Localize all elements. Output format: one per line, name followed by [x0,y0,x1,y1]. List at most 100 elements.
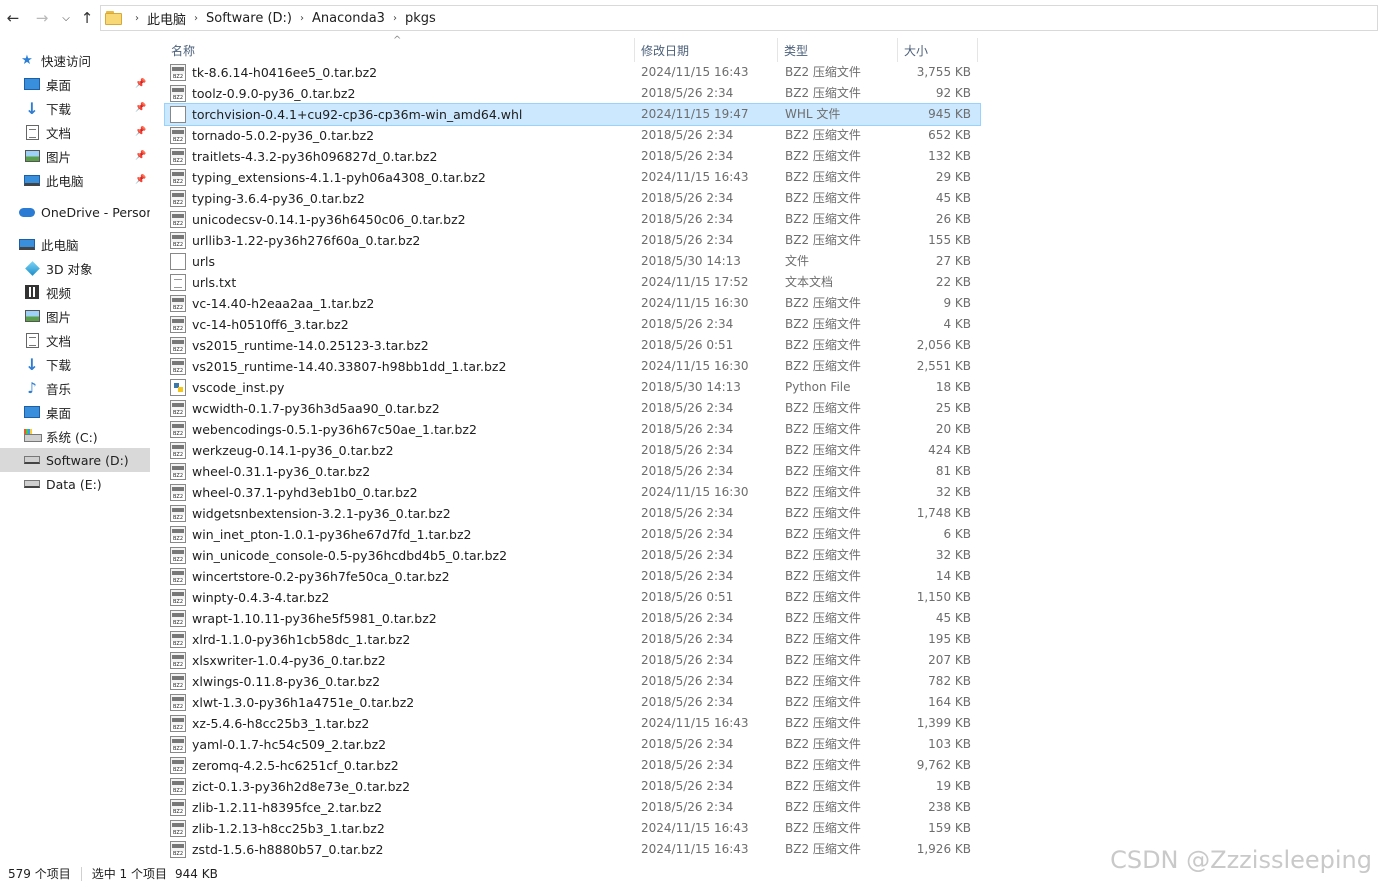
archive-file-icon [170,820,186,837]
column-header-date[interactable]: 修改日期 [635,38,778,62]
file-row[interactable]: webencodings-0.5.1-py36h67c50ae_1.tar.bz… [165,419,980,440]
forward-button[interactable]: → [31,7,53,29]
chevron-down-icon: ⌵ [62,12,70,24]
file-row[interactable]: werkzeug-0.14.1-py36_0.tar.bz2 2018/5/26 … [165,440,980,461]
column-header-name[interactable]: 名称 [165,38,635,62]
file-name-cell: vs2015_runtime-14.0.25123-3.tar.bz2 [170,335,635,356]
file-row[interactable]: vs2015_runtime-14.40.33807-h98bb1dd_1.ta… [165,356,980,377]
sidebar-item[interactable]: ↓ 下载 [0,352,150,376]
up-button[interactable]: ↑ [76,7,98,29]
file-row[interactable]: wheel-0.37.1-pyhd3eb1b0_0.tar.bz2 2024/11… [165,482,980,503]
archive-file-icon [170,190,186,207]
recent-locations-button[interactable]: ⌵ [58,7,74,29]
sidebar-item[interactable]: ★ 快速访问 [0,48,150,72]
file-row[interactable]: traitlets-4.3.2-py36h096827d_0.tar.bz2 20… [165,146,980,167]
sidebar-item[interactable]: 文档 📌 [0,120,150,144]
sidebar-item[interactable]: 此电脑 📌 [0,168,150,192]
sidebar-item-label: OneDrive - Persona [41,204,150,220]
sidebar-item[interactable]: Data (E:) [0,472,150,496]
file-date: 2024/11/15 16:30 [641,485,749,499]
back-button[interactable]: ← [2,7,24,29]
file-row[interactable]: zstd-1.5.6-h8880b57_0.tar.bz2 2024/11/15 … [165,839,980,860]
selection-size: 944 KB [175,866,218,881]
breadcrumb-chevron-icon[interactable]: › [393,13,397,24]
file-row[interactable]: vscode_inst.py 2018/5/30 14:13 Python File… [165,377,980,398]
file-row[interactable]: urls 2018/5/30 14:13 文件 27 KB [165,251,980,272]
file-row[interactable]: wincertstore-0.2-py36h7fe50ca_0.tar.bz2 2… [165,566,980,587]
sidebar-item[interactable]: ♪ 音乐 [0,376,150,400]
file-name-cell: win_inet_pton-1.0.1-py36he67d7fd_1.tar.b… [170,524,635,545]
file-row[interactable]: wrapt-1.10.11-py36he5f5981_0.tar.bz2 2018… [165,608,980,629]
file-row[interactable]: wheel-0.31.1-py36_0.tar.bz2 2018/5/26 2:3… [165,461,980,482]
file-row[interactable]: xlrd-1.1.0-py36h1cb58dc_1.tar.bz2 2018/5/… [165,629,980,650]
column-header-size[interactable]: 大小 [898,38,978,62]
file-row[interactable]: zict-0.1.3-py36h2d8e73e_0.tar.bz2 2018/5/… [165,776,980,797]
address-bar[interactable]: › 此电脑 › Software (D:) › Anaconda3 › pkgs [100,5,1378,31]
file-name-cell: xlrd-1.1.0-py36h1cb58dc_1.tar.bz2 [170,629,635,650]
file-row[interactable]: xlwings-0.11.8-py36_0.tar.bz2 2018/5/26 2… [165,671,980,692]
sidebar-item[interactable]: 此电脑 [0,232,150,256]
breadcrumb-chevron-icon[interactable]: › [194,13,198,24]
sidebar-item[interactable]: 图片 [0,304,150,328]
sidebar-item[interactable]: 视频 [0,280,150,304]
file-row[interactable]: urllib3-1.22-py36h276f60a_0.tar.bz2 2018/… [165,230,980,251]
sidebar-item[interactable]: Software (D:) [0,448,150,472]
file-type: BZ2 压缩文件 [785,758,861,772]
sidebar-item[interactable]: ↓ 下载 📌 [0,96,150,120]
file-row[interactable]: tk-8.6.14-h0416ee5_0.tar.bz2 2024/11/15 1… [165,62,980,83]
sidebar-item[interactable]: 桌面 📌 [0,72,150,96]
sidebar-item[interactable]: 3D 对象 [0,256,150,280]
file-row[interactable]: vs2015_runtime-14.0.25123-3.tar.bz2 2018/… [165,335,980,356]
file-name-cell: webencodings-0.5.1-py36h67c50ae_1.tar.bz… [170,419,635,440]
file-row[interactable]: winpty-0.4.3-4.tar.bz2 2018/5/26 0:51 BZ2 … [165,587,980,608]
file-row[interactable]: urls.txt 2024/11/15 17:52 文本文档 22 KB [165,272,980,293]
file-date: 2018/5/30 14:13 [641,254,741,268]
breadcrumb-item[interactable]: 此电脑 [147,9,186,28]
file-row[interactable]: yaml-0.1.7-hc54c509_2.tar.bz2 2018/5/26 2… [165,734,980,755]
file-date: 2024/11/15 19:47 [641,107,749,121]
file-row[interactable]: zlib-1.2.13-h8cc25b3_1.tar.bz2 2024/11/15… [165,818,980,839]
sidebar-item[interactable]: 桌面 [0,400,150,424]
file-row[interactable]: win_inet_pton-1.0.1-py36he67d7fd_1.tar.b… [165,524,980,545]
file-row[interactable]: xz-5.4.6-h8cc25b3_1.tar.bz2 2024/11/15 16… [165,713,980,734]
file-date: 2024/11/15 16:43 [641,842,749,856]
file-date: 2018/5/26 2:34 [641,317,734,331]
file-row[interactable]: zeromq-4.2.5-hc6251cf_0.tar.bz2 2018/5/26… [165,755,980,776]
archive-file-icon [170,610,186,627]
column-header-type[interactable]: 类型 [778,38,898,62]
file-date: 2018/5/26 2:34 [641,422,734,436]
pin-icon: 📌 [135,175,147,185]
file-size: 4 KB [943,317,971,331]
sidebar-item[interactable]: 文档 [0,328,150,352]
file-size: 2,056 KB [916,338,971,352]
file-row[interactable]: xlsxwriter-1.0.4-py36_0.tar.bz2 2018/5/26… [165,650,980,671]
navigation-pane[interactable]: ★ 快速访问 桌面 📌 ↓ 下载 📌 文档 📌 图片 📌 此电脑 📌 OneDrive - Persona… [0,48,150,858]
file-row[interactable]: vc-14-h0510ff6_3.tar.bz2 2018/5/26 2:34 BZ… [165,314,980,335]
file-list[interactable]: ^ 名称 修改日期 类型 大小 tk-8.6.14-h0416ee5_0.tar… [164,35,981,862]
file-row[interactable]: wcwidth-0.1.7-py36h3d5aa90_0.tar.bz2 2018… [165,398,980,419]
breadcrumb-item[interactable]: pkgs [405,11,436,26]
file-row[interactable]: win_unicode_console-0.5-py36hcdbd4b5_0.t… [165,545,980,566]
breadcrumb-item[interactable]: Anaconda3 [312,11,385,26]
file-row[interactable]: vc-14.40-h2eaa2aa_1.tar.bz2 2024/11/15 16… [165,293,980,314]
file-row[interactable]: torchvision-0.4.1+cu92-cp36-cp36m-win_am… [164,103,981,126]
sidebar-item-label: 3D 对象 [46,261,93,277]
sidebar-item[interactable]: 系统 (C:) [0,424,150,448]
file-row[interactable]: unicodecsv-0.14.1-py36h6450c06_0.tar.bz2… [165,209,980,230]
file-row[interactable]: tornado-5.0.2-py36_0.tar.bz2 2018/5/26 2:… [165,125,980,146]
breadcrumb-chevron-icon[interactable]: › [300,13,304,24]
breadcrumb-item[interactable]: Software (D:) [206,11,292,26]
file-row[interactable]: typing-3.6.4-py36_0.tar.bz2 2018/5/26 2:3… [165,188,980,209]
sidebar-item[interactable]: 图片 📌 [0,144,150,168]
sidebar-item-label: 此电脑 [46,173,84,189]
sidebar-item[interactable]: OneDrive - Persona [0,200,150,224]
file-row[interactable]: xlwt-1.3.0-py36h1a4751e_0.tar.bz2 2018/5/… [165,692,980,713]
file-row[interactable]: zlib-1.2.11-h8395fce_2.tar.bz2 2018/5/26 … [165,797,980,818]
file-row[interactable]: widgetsnbextension-3.2.1-py36_0.tar.bz2 2… [165,503,980,524]
file-row[interactable]: toolz-0.9.0-py36_0.tar.bz2 2018/5/26 2:34… [165,83,980,104]
file-date: 2018/5/26 2:34 [641,695,734,709]
file-row[interactable]: typing_extensions-4.1.1-pyh06a4308_0.tar… [165,167,980,188]
file-type: BZ2 压缩文件 [785,443,861,457]
file-date: 2018/5/26 2:34 [641,779,734,793]
file-name: widgetsnbextension-3.2.1-py36_0.tar.bz2 [192,506,451,521]
